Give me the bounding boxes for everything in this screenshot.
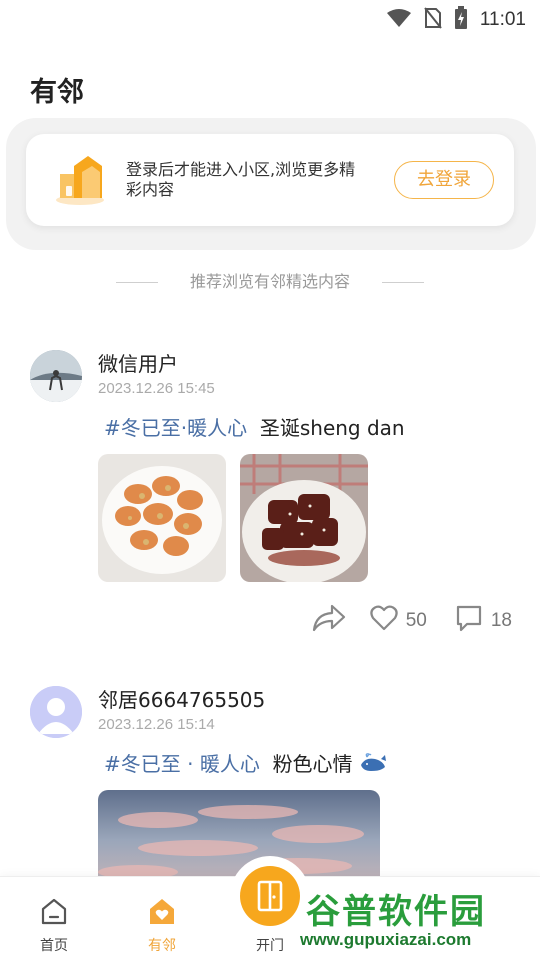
nav-label-open-door: 开门 (256, 938, 284, 954)
post-content: #冬已至·暖人心 圣诞sheng dan (104, 412, 405, 441)
post-timestamp: 2023.12.26 15:14 (98, 716, 215, 733)
open-door-button[interactable] (240, 866, 300, 926)
divider-text: 推荐浏览有邻精选内容 (189, 272, 350, 291)
nav-item-neighbors[interactable]: 有邻 (122, 897, 202, 955)
wifi-icon (386, 8, 412, 32)
comment-icon (455, 604, 483, 638)
home-icon (14, 897, 94, 931)
page-title: 有邻 (30, 77, 84, 108)
post-text: 粉色心情 (272, 752, 353, 776)
comment-count: 18 (490, 610, 512, 631)
comment-button[interactable]: 18 (455, 604, 512, 638)
login-prompt-text: 登录后才能进入小区,浏览更多精彩内容 (126, 160, 356, 199)
share-button[interactable] (312, 604, 346, 638)
post-image[interactable] (240, 454, 368, 582)
post-username[interactable]: 邻居6664765505 (98, 684, 265, 713)
nav-label-home: 首页 (40, 938, 68, 954)
avatar[interactable] (30, 350, 82, 402)
post-hashtag[interactable]: #冬已至·暖人心 (104, 416, 247, 440)
status-bar: 11:01 (0, 0, 540, 36)
whale-emoji-icon (353, 752, 387, 776)
post-username[interactable]: 微信用户 (98, 348, 178, 377)
divider-line-left (116, 282, 158, 283)
like-count: 50 (405, 610, 427, 631)
post-timestamp: 2023.12.26 15:45 (98, 380, 215, 397)
watermark-text: 谷普软件园 (306, 892, 486, 932)
post-content: #冬已至 · 暖人心 粉色心情 (104, 748, 387, 777)
no-sim-icon (424, 7, 442, 33)
share-icon (312, 604, 346, 638)
post-text: 圣诞sheng dan (259, 416, 405, 440)
login-button[interactable]: 去登录 (394, 161, 494, 199)
nav-item-home[interactable]: 首页 (14, 897, 94, 955)
post-hashtag[interactable]: #冬已至 · 暖人心 (104, 752, 260, 776)
nav-label-neighbors: 有邻 (148, 938, 176, 954)
heart-icon (370, 605, 398, 637)
house-illustration-icon (52, 152, 108, 208)
login-banner: 登录后才能进入小区,浏览更多精彩内容 去登录 (26, 134, 514, 226)
recommend-divider: 推荐浏览有邻精选内容 (0, 270, 540, 294)
watermark-logo: 谷普软件园 www.gupuxiazai.com (296, 884, 536, 956)
status-time: 11:01 (479, 9, 526, 30)
heart-house-icon (122, 897, 202, 931)
watermark-url: www.gupuxiazai.com (300, 930, 472, 949)
post-actions: 50 18 (312, 604, 512, 638)
divider-line-right (382, 282, 424, 283)
door-icon (240, 880, 300, 930)
like-button[interactable]: 50 (370, 605, 427, 637)
battery-charging-icon (454, 6, 468, 34)
avatar[interactable] (30, 686, 82, 738)
post-image[interactable] (98, 454, 226, 582)
